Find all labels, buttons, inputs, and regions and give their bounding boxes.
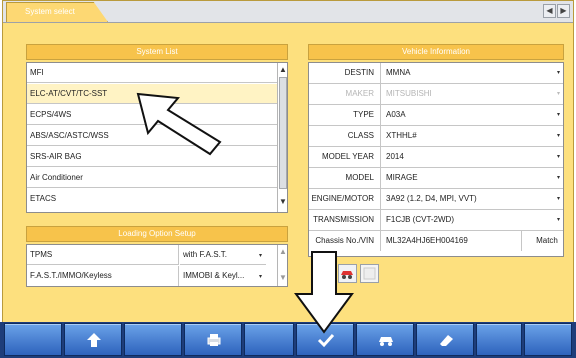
field-label: DESTIN bbox=[309, 63, 381, 83]
option-scrollbar[interactable]: ▲ ▼ bbox=[277, 245, 287, 286]
loading-option-header: Loading Option Setup bbox=[26, 226, 288, 242]
next-tab-button[interactable]: ▶ bbox=[557, 4, 570, 18]
vehicle-info-table: DESTIN MMNA ▾ MAKER MITSUBISHI ▾ TYPE A0… bbox=[308, 62, 564, 257]
vehicle-icon bbox=[379, 337, 393, 346]
system-item-ecps[interactable]: ECPS/4WS bbox=[27, 105, 279, 125]
scroll-up-icon[interactable]: ▲ bbox=[278, 65, 288, 75]
toolbar-button-1[interactable] bbox=[4, 323, 62, 356]
vehicle-row-transmission[interactable]: TRANSMISSION F1CJB (CVT-2WD) ▾ bbox=[309, 210, 563, 231]
field-label: MAKER bbox=[309, 84, 381, 104]
scroll-down-icon[interactable]: ▼ bbox=[278, 273, 288, 283]
vehicle-row-destin[interactable]: DESTIN MMNA ▾ bbox=[309, 63, 563, 84]
printer-icon bbox=[207, 334, 221, 346]
field-label: ENGINE/MOTOR bbox=[309, 189, 381, 209]
loading-option-table: TPMS with F.A.S.T. ▾ F.A.S.T./IMMO/Keyle… bbox=[26, 244, 288, 287]
system-item-aircon[interactable]: Air Conditioner bbox=[27, 168, 279, 188]
scroll-thumb[interactable] bbox=[279, 77, 287, 189]
prev-tab-button[interactable]: ◀ bbox=[543, 4, 556, 18]
vehicle-row-model[interactable]: MODEL MIRAGE ▾ bbox=[309, 168, 563, 189]
dropdown-arrow-icon[interactable]: ▾ bbox=[556, 174, 561, 182]
field-label: MODEL YEAR bbox=[309, 147, 381, 167]
toolbar-button-3[interactable] bbox=[124, 323, 182, 356]
option-value-tpms[interactable]: with F.A.S.T. bbox=[180, 245, 266, 265]
disabled-tool-button bbox=[360, 264, 379, 283]
system-item-elc-at[interactable]: ELC-AT/CVT/TC-SST bbox=[27, 84, 279, 104]
system-item-etacs[interactable]: ETACS bbox=[27, 189, 279, 209]
field-label: CLASS bbox=[309, 126, 381, 146]
field-value[interactable]: 2014 bbox=[382, 147, 404, 167]
system-list: MFI ELC-AT/CVT/TC-SST ECPS/4WS ABS/ASC/A… bbox=[26, 62, 288, 213]
option-name-fast: F.A.S.T./IMMO/Keyless bbox=[27, 266, 179, 286]
document-icon bbox=[363, 267, 376, 280]
vehicle-row-vin: Chassis No./VIN ML32A4HJ6EH004169 Match bbox=[309, 231, 563, 252]
vehicle-button[interactable] bbox=[356, 323, 414, 356]
vehicle-row-model-year[interactable]: MODEL YEAR 2014 ▾ bbox=[309, 147, 563, 168]
field-value: MITSUBISHI bbox=[386, 89, 432, 98]
field-value[interactable]: F1CJB (CVT-2WD) bbox=[382, 210, 454, 230]
scroll-up-icon[interactable]: ▲ bbox=[278, 247, 288, 257]
dropdown-arrow-icon[interactable]: ▾ bbox=[259, 252, 262, 259]
all-dtc-label: ALL DTC bbox=[320, 268, 331, 280]
system-list-header: System List bbox=[26, 44, 288, 60]
scroll-down-icon[interactable]: ▼ bbox=[278, 197, 288, 207]
vehicle-row-class[interactable]: CLASS XTHHL# ▾ bbox=[309, 126, 563, 147]
vehicle-info-header: Vehicle Information bbox=[308, 44, 564, 60]
field-value[interactable]: A03A bbox=[382, 105, 406, 125]
dropdown-arrow-icon[interactable]: ▾ bbox=[556, 69, 561, 77]
vehicle-row-engine[interactable]: ENGINE/MOTOR 3A92 (1.2, D4, MPI, VVT) ▾ bbox=[309, 189, 563, 210]
dropdown-arrow-icon: ▾ bbox=[556, 91, 560, 97]
toolbar-button-10[interactable] bbox=[524, 323, 572, 356]
dropdown-arrow-icon[interactable]: ▾ bbox=[556, 216, 561, 224]
toolbar-button-5[interactable] bbox=[244, 323, 294, 356]
back-button[interactable] bbox=[64, 323, 122, 356]
field-label: MODEL bbox=[309, 168, 381, 188]
eraser-icon bbox=[440, 335, 453, 346]
field-value[interactable]: 3A92 (1.2, D4, MPI, VVT) bbox=[382, 189, 477, 209]
tab-system-select[interactable]: System select bbox=[6, 2, 108, 22]
print-button[interactable] bbox=[184, 323, 242, 356]
vehicle-image-icon bbox=[341, 271, 353, 279]
toolbar-button-9[interactable] bbox=[476, 323, 522, 356]
field-label: Chassis No./VIN bbox=[309, 231, 381, 251]
system-item-mfi[interactable]: MFI bbox=[27, 63, 279, 83]
system-item-srs[interactable]: SRS-AIR BAG bbox=[27, 147, 279, 167]
vehicle-row-type[interactable]: TYPE A03A ▾ bbox=[309, 105, 563, 126]
dropdown-arrow-icon[interactable]: ▾ bbox=[556, 111, 561, 119]
dropdown-arrow-icon[interactable]: ▾ bbox=[259, 273, 262, 280]
match-button[interactable]: Match bbox=[531, 231, 563, 251]
dropdown-arrow-icon[interactable]: ▾ bbox=[556, 132, 561, 140]
ok-button[interactable] bbox=[296, 323, 354, 356]
option-value-fast[interactable]: IMMOBI & Keyl... bbox=[180, 266, 266, 286]
option-name-tpms: TPMS bbox=[27, 245, 179, 265]
all-dtc-button[interactable]: ALL DTC bbox=[316, 264, 335, 283]
field-value[interactable]: XTHHL# bbox=[382, 126, 417, 146]
system-item-abs[interactable]: ABS/ASC/ASTC/WSS bbox=[27, 126, 279, 146]
field-label: TYPE bbox=[309, 105, 381, 125]
vehicle-image-button[interactable] bbox=[338, 264, 357, 283]
dropdown-arrow-icon[interactable]: ▾ bbox=[556, 153, 561, 161]
vin-input[interactable]: ML32A4HJ6EH004169 bbox=[382, 231, 522, 251]
system-list-scrollbar[interactable]: ▲ ▼ bbox=[277, 63, 287, 212]
field-label: TRANSMISSION bbox=[309, 210, 381, 230]
bottom-toolbar bbox=[0, 322, 576, 358]
field-value[interactable]: MIRAGE bbox=[382, 168, 418, 188]
dropdown-arrow-icon[interactable]: ▾ bbox=[556, 195, 561, 203]
up-arrow-icon bbox=[87, 333, 101, 347]
field-value[interactable]: MMNA bbox=[382, 63, 410, 83]
vehicle-row-maker: MAKER MITSUBISHI ▾ bbox=[309, 84, 563, 105]
erase-button[interactable] bbox=[416, 323, 474, 356]
checkmark-icon bbox=[317, 333, 335, 348]
